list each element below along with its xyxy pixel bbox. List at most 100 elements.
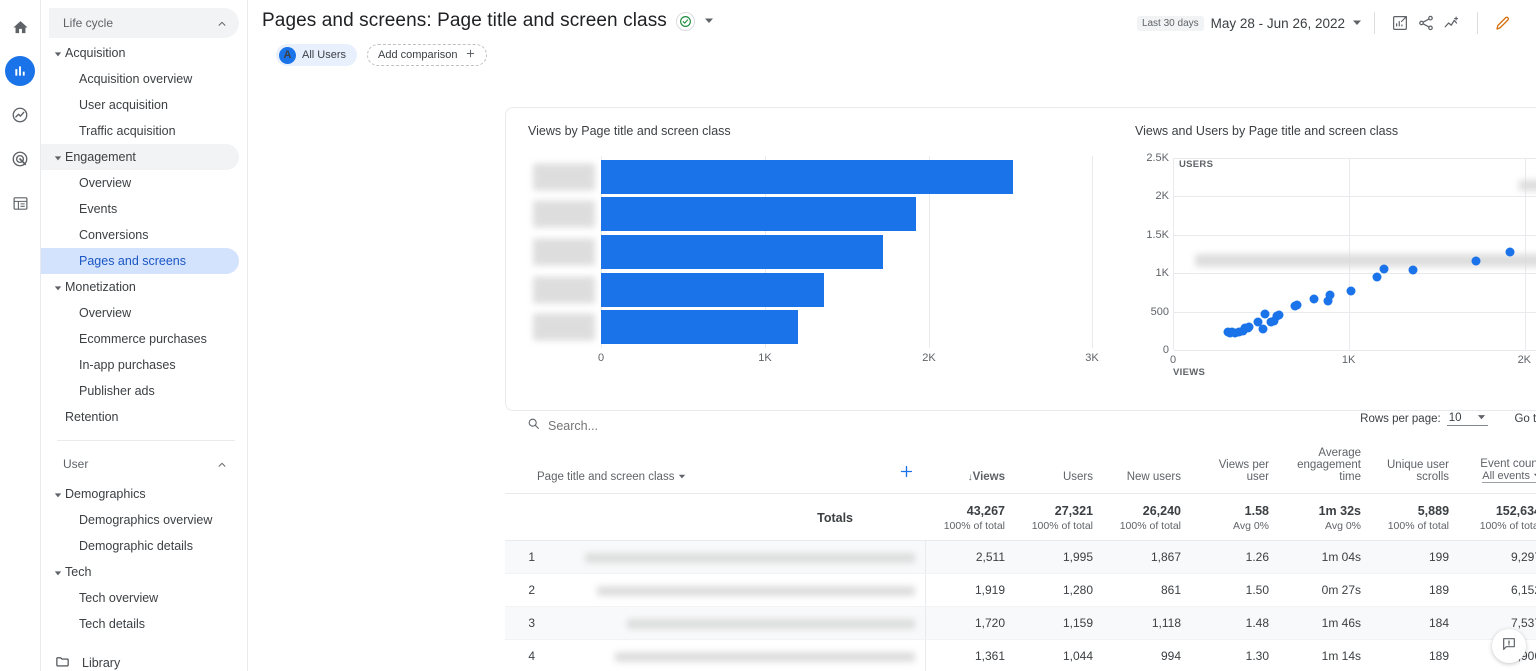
sidebar-group-demographics[interactable]: Demographics (41, 481, 239, 507)
search-input[interactable] (548, 419, 848, 433)
page-title-cell[interactable] (545, 606, 926, 640)
metric-cell: 1,867 (1103, 540, 1192, 574)
sidebar-group-monetization[interactable]: Monetization (41, 274, 239, 300)
sidebar-group-engagement[interactable]: Engagement (41, 144, 239, 170)
data-quality-check-icon[interactable] (675, 11, 695, 31)
sidebar-item-engagement-overview[interactable]: Overview (41, 170, 239, 196)
advertising-icon[interactable] (5, 144, 35, 174)
bar-row[interactable] (533, 159, 1093, 194)
sidebar-item-tech-details[interactable]: Tech details (41, 611, 239, 637)
bar-row[interactable] (533, 272, 1093, 307)
sidebar-item-user-acquisition[interactable]: User acquisition (41, 92, 239, 118)
compare-icon[interactable] (1439, 10, 1465, 36)
sidebar-item-label: User acquisition (79, 98, 168, 112)
sidebar-item-tech-overview[interactable]: Tech overview (41, 585, 239, 611)
send-feedback-button[interactable] (1492, 629, 1526, 663)
column-header-views-per-user[interactable]: Views per user (1191, 441, 1280, 494)
bar[interactable] (601, 159, 1013, 194)
column-header-unique-user-scrolls[interactable]: Unique user scrolls (1371, 441, 1460, 494)
insights-icon[interactable] (1387, 10, 1413, 36)
x-tick: 1K (758, 352, 772, 364)
dimension-header-control[interactable]: Page title and screen class (537, 471, 686, 483)
y-tick: 1K (1155, 267, 1169, 280)
bar[interactable] (601, 197, 916, 232)
sidebar-group-acquisition[interactable]: Acquisition (41, 40, 239, 66)
avatar: A (279, 46, 296, 64)
date-range-caret-icon[interactable] (1352, 16, 1362, 30)
all-users-chip[interactable]: A All Users (276, 44, 358, 66)
home-icon[interactable] (5, 12, 35, 42)
share-icon[interactable] (1413, 10, 1439, 36)
edit-icon[interactable] (1490, 10, 1516, 36)
scatter-point[interactable] (1372, 272, 1381, 282)
column-label: New users (1126, 471, 1182, 483)
sidebar-item-events[interactable]: Events (41, 196, 239, 222)
sidebar-item-ecommerce-purchases[interactable]: Ecommerce purchases (41, 326, 239, 352)
column-header-event-count[interactable]: Event count All events (1459, 441, 1536, 494)
dimension-header[interactable]: Page title and screen class (505, 441, 864, 494)
bar[interactable] (601, 234, 884, 269)
scatter-point[interactable] (1223, 327, 1233, 337)
sidebar-item-demographics-overview[interactable]: Demographics overview (41, 507, 239, 533)
spacer-cell (863, 493, 926, 541)
scatter-x-axis: 0 1K 2K 3K VIEWS (1170, 354, 1536, 378)
date-range-label[interactable]: May 28 - Jun 26, 2022 (1211, 16, 1345, 31)
sidebar-item-conversions[interactable]: Conversions (41, 222, 239, 248)
column-header-views[interactable]: ↓Views (925, 441, 1016, 494)
column-header-new-users[interactable]: New users (1103, 441, 1192, 494)
title-dropdown-caret-icon[interactable] (704, 12, 714, 30)
sidebar-item-label: Tech overview (79, 591, 159, 605)
scatter-point[interactable] (1260, 309, 1270, 319)
metric-cell: 1,280 (1015, 573, 1104, 607)
gridline (1174, 158, 1536, 159)
scatter-point[interactable] (1346, 286, 1356, 296)
sidebar-item-publisher-ads[interactable]: Publisher ads (41, 378, 239, 404)
y-tick: 500 (1150, 305, 1169, 318)
sidebar-item-traffic-acquisition[interactable]: Traffic acquisition (41, 118, 239, 144)
column-header-users[interactable]: Users (1015, 441, 1104, 494)
scatter-point[interactable] (1253, 317, 1263, 327)
bar[interactable] (601, 310, 798, 345)
scatter-point[interactable] (1505, 247, 1515, 257)
column-header-avg-engagement-time[interactable]: Average engagement time (1279, 441, 1372, 494)
sidebar-item-library[interactable]: Library (41, 649, 247, 671)
scatter-point[interactable] (1290, 301, 1300, 311)
table-row[interactable]: 41,3611,0449941.301m 14s1894,9060.00$0.0… (505, 639, 1536, 671)
bar-row[interactable] (533, 197, 1093, 232)
table-row[interactable]: 21,9191,2808611.500m 27s1896,1520.00$0.0… (505, 573, 1536, 607)
table-row[interactable]: 31,7201,1591,1181.481m 46s1847,5370.00$0… (505, 606, 1536, 640)
explore-icon[interactable] (5, 100, 35, 130)
sidebar-item-acquisition-overview[interactable]: Acquisition overview (41, 66, 239, 92)
sidebar-item-pages-and-screens[interactable]: Pages and screens (41, 248, 239, 274)
scatter-point[interactable] (1471, 256, 1481, 266)
page-title-cell[interactable] (545, 573, 926, 607)
sidebar-group-tech[interactable]: Tech (41, 559, 239, 585)
rows-per-page-select[interactable]: 10 (1446, 412, 1489, 426)
sidebar-item-demographic-details[interactable]: Demographic details (41, 533, 239, 559)
bar[interactable] (601, 272, 825, 307)
scatter-point[interactable] (1379, 264, 1389, 274)
reports-icon[interactable] (5, 56, 35, 86)
event-count-filter-select[interactable]: All events (1482, 470, 1536, 483)
add-comparison-button[interactable]: Add comparison (367, 44, 487, 66)
scatter-point[interactable] (1323, 296, 1333, 306)
bar-row[interactable] (533, 234, 1093, 269)
sidebar-section-life-cycle[interactable]: Life cycle (49, 8, 239, 38)
sidebar-section-user[interactable]: User (49, 449, 239, 479)
sidebar-item-label: Demographics overview (79, 513, 213, 527)
scatter-point[interactable] (1309, 294, 1319, 304)
bar-chart-plot (533, 156, 1094, 348)
library-icon[interactable] (5, 188, 35, 218)
table-row[interactable]: 12,5111,9951,8671.261m 04s1999,2970.00$0… (505, 540, 1536, 574)
sidebar-item-retention[interactable]: Retention (41, 404, 239, 430)
page-title-cell[interactable] (545, 540, 926, 574)
caret-down-icon (678, 471, 686, 483)
scatter-point[interactable] (1266, 317, 1276, 327)
add-dimension-button[interactable] (863, 441, 926, 494)
bar-row[interactable] (533, 310, 1093, 345)
scatter-point[interactable] (1408, 265, 1418, 275)
page-title-cell[interactable] (545, 639, 926, 671)
sidebar-item-in-app-purchases[interactable]: In-app purchases (41, 352, 239, 378)
totals-cell: 1m 32s Avg 0% (1279, 493, 1372, 541)
sidebar-item-monetization-overview[interactable]: Overview (41, 300, 239, 326)
